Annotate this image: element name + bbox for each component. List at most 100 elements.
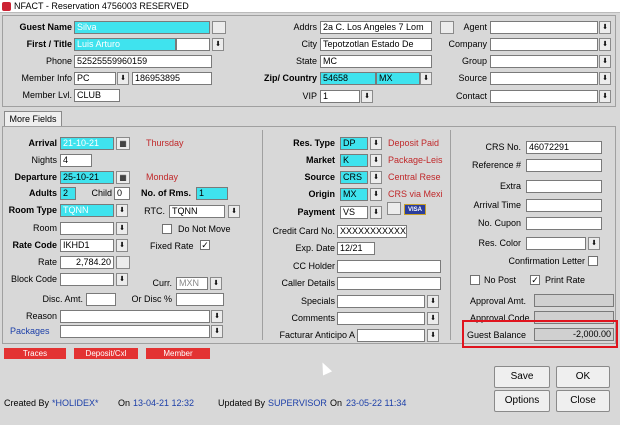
specials-dropdown[interactable]: ⬇ [427,295,439,308]
guest-name-lookup-button[interactable] [212,21,226,34]
company-dropdown[interactable]: ⬇ [599,38,611,51]
more-fields-tab[interactable]: More Fields [4,111,62,126]
disc-amt-field[interactable] [86,293,116,306]
rooms-field[interactable]: 1 [196,187,228,200]
company-field[interactable] [490,38,598,51]
res-type-field[interactable]: DP [340,137,368,150]
arrival-date-field[interactable]: 21-10-21 [60,137,114,150]
group-field[interactable] [490,55,598,68]
res-source-dropdown[interactable]: ⬇ [370,171,382,184]
arrival-time-field[interactable] [526,199,602,212]
rate-code-dropdown[interactable]: ⬇ [116,239,128,252]
reason-dropdown[interactable]: ⬇ [211,310,223,323]
departure-date-field[interactable]: 25-10-21 [60,171,114,184]
member-type-dropdown[interactable]: ⬇ [117,72,129,85]
do-not-move-checkbox[interactable] [162,224,172,234]
res-type-dropdown[interactable]: ⬇ [370,137,382,150]
market-field[interactable]: K [340,154,368,167]
confirmation-letter-checkbox[interactable] [588,256,598,266]
agent-field[interactable] [490,21,598,34]
country-field[interactable]: MX [376,72,420,85]
res-source-field[interactable]: CRS [340,171,368,184]
save-button[interactable]: Save [494,366,550,388]
member-lvl-field[interactable]: CLUB [74,89,120,102]
room-type-field[interactable]: TQNN [60,204,114,217]
traces-tab[interactable]: Traces [4,348,66,359]
city-field[interactable]: Tepotzotlan Estado De [320,38,432,51]
extra-field[interactable] [526,180,602,193]
rate-code-field[interactable]: IKHD1 [60,239,114,252]
payment-detail-button[interactable] [387,202,401,215]
agent-dropdown[interactable]: ⬇ [599,21,611,34]
exp-date-field[interactable]: 12/21 [337,242,375,255]
currency-field[interactable]: MXN [176,277,208,290]
fixed-rate-checkbox[interactable]: ✓ [200,240,210,250]
reference-field[interactable] [526,159,602,172]
member-type-field[interactable]: PC [74,72,116,85]
arrival-calendar-icon[interactable]: ▦ [116,137,130,150]
no-post-checkbox[interactable] [470,275,480,285]
res-color-field[interactable] [526,237,586,250]
currency-dropdown[interactable]: ⬇ [210,277,222,290]
cupon-field[interactable] [526,217,602,230]
departure-calendar-icon[interactable]: ▦ [116,171,130,184]
specials-field[interactable] [337,295,425,308]
first-name-field[interactable]: Luis Arturo [74,38,176,51]
deposit-cxl-tab[interactable]: Deposit/Cxl [74,348,138,359]
adults-field[interactable]: 2 [60,187,76,200]
address-lookup-button[interactable] [440,21,454,34]
room-type-dropdown[interactable]: ⬇ [116,204,128,217]
member-tab[interactable]: Member [146,348,210,359]
guest-name-field[interactable]: Silva [74,21,210,34]
cc-holder-field[interactable] [337,260,441,273]
comments-field[interactable] [337,312,425,325]
rtc-dropdown[interactable]: ⬇ [228,205,240,218]
rtc-field[interactable]: TQNN [169,205,225,218]
options-button[interactable]: Options [494,390,550,412]
payment-dropdown[interactable]: ⬇ [370,206,382,219]
source-field[interactable] [490,72,598,85]
origin-field[interactable]: MX [340,188,368,201]
packages-dropdown[interactable]: ⬇ [211,325,223,338]
source-dropdown[interactable]: ⬇ [599,72,611,85]
packages-field[interactable] [60,325,210,338]
caller-details-field[interactable] [337,277,441,290]
credit-card-field[interactable]: XXXXXXXXXXXX [337,225,407,238]
payment-field[interactable]: VS [340,206,368,219]
zip-field[interactable]: 54658 [320,72,376,85]
rate-field[interactable]: 2,784.20 [60,256,114,269]
print-rate-checkbox[interactable]: ✓ [530,275,540,285]
room-field[interactable] [60,222,114,235]
rate-info-button[interactable] [116,256,130,269]
address-field[interactable]: 2a C. Los Angeles 7 Lom [320,21,432,34]
nights-field[interactable]: 4 [60,154,92,167]
ok-button[interactable]: OK [556,366,610,388]
facturar-dropdown[interactable]: ⬇ [427,329,439,342]
reason-field[interactable] [60,310,210,323]
comments-dropdown[interactable]: ⬇ [427,312,439,325]
block-code-field[interactable] [60,273,114,286]
room-dropdown[interactable]: ⬇ [116,222,128,235]
packages-link[interactable]: Packages [10,326,50,336]
res-color-dropdown[interactable]: ⬇ [588,237,600,250]
state-field[interactable]: MC [320,55,432,68]
group-dropdown[interactable]: ⬇ [599,55,611,68]
member-number-field[interactable]: 186953895 [132,72,212,85]
market-dropdown[interactable]: ⬇ [370,154,382,167]
block-code-dropdown[interactable]: ⬇ [116,273,128,286]
phone-field[interactable]: 52525559960159 [74,55,212,68]
title-dropdown-button[interactable]: ⬇ [212,38,224,51]
crs-field[interactable]: 46072291 [526,141,602,154]
approval-amt-field[interactable] [534,294,614,307]
vip-field[interactable]: 1 [320,90,360,103]
country-dropdown[interactable]: ⬇ [420,72,432,85]
origin-dropdown[interactable]: ⬇ [370,188,382,201]
close-button[interactable]: Close [556,390,610,412]
child-field[interactable]: 0 [114,187,130,200]
title-field[interactable] [176,38,210,51]
facturar-field[interactable] [357,329,425,342]
contact-field[interactable] [490,90,598,103]
disc-pct-field[interactable] [176,293,224,306]
contact-dropdown[interactable]: ⬇ [599,90,611,103]
vip-dropdown[interactable]: ⬇ [361,90,373,103]
